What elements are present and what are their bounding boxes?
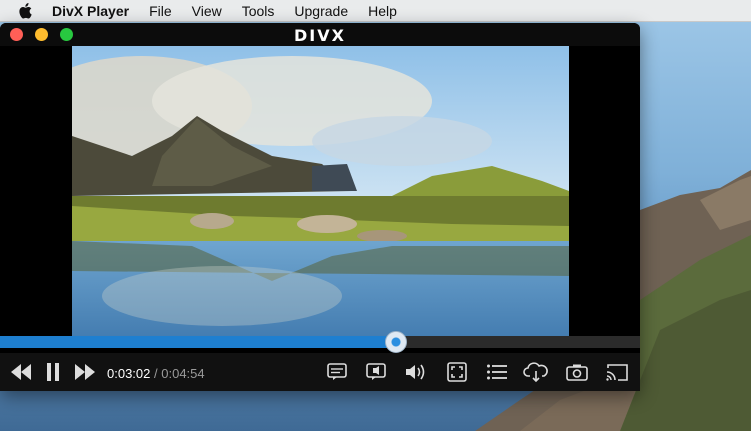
menu-bar: DivX Player File View Tools Upgrade Help xyxy=(0,0,751,22)
pause-icon[interactable] xyxy=(42,359,64,385)
fast-forward-icon[interactable] xyxy=(72,359,98,385)
menu-app-name[interactable]: DivX Player xyxy=(52,3,129,19)
cloud-download-icon[interactable] xyxy=(523,359,549,385)
menu-upgrade[interactable]: Upgrade xyxy=(294,3,348,19)
total-time: 0:04:54 xyxy=(161,366,205,381)
subtitles-icon[interactable] xyxy=(326,359,348,385)
player-window: DIVX xyxy=(0,23,640,390)
cast-icon[interactable] xyxy=(604,359,630,385)
seek-thumb[interactable] xyxy=(385,331,408,353)
time-separator: / xyxy=(154,366,158,381)
apple-icon[interactable] xyxy=(18,2,34,20)
divx-logo: DIVX xyxy=(294,26,346,45)
time-display: 0:03:02 / 0:04:54 xyxy=(107,366,205,381)
video-frame[interactable] xyxy=(72,46,569,348)
menu-view[interactable]: View xyxy=(192,3,222,19)
video-area[interactable] xyxy=(0,46,640,348)
current-time: 0:03:02 xyxy=(107,366,151,381)
menu-file[interactable]: File xyxy=(149,3,172,19)
volume-icon[interactable] xyxy=(405,359,427,385)
audio-track-icon[interactable] xyxy=(365,359,387,385)
title-bar[interactable]: DIVX xyxy=(0,23,640,46)
menu-help[interactable]: Help xyxy=(368,3,397,19)
playlist-icon[interactable] xyxy=(485,359,509,385)
seek-progress xyxy=(0,336,397,348)
seek-bar[interactable] xyxy=(0,331,640,353)
rewind-icon[interactable] xyxy=(8,359,34,385)
camera-icon[interactable] xyxy=(565,359,589,385)
menu-tools[interactable]: Tools xyxy=(242,3,275,19)
fullscreen-icon[interactable] xyxy=(446,359,468,385)
